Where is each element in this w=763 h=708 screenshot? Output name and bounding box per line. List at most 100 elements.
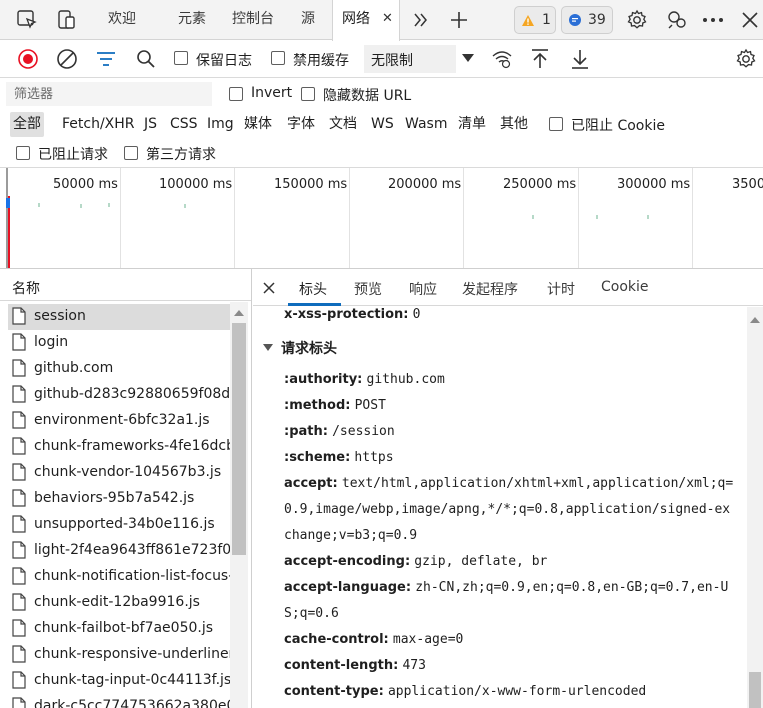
- close-detail-icon[interactable]: [263, 282, 275, 294]
- request-row[interactable]: chunk-edit-12ba9916.js: [8, 590, 230, 616]
- request-row[interactable]: chunk-frameworks-4fe16dcb.j: [8, 434, 230, 460]
- tab-headers[interactable]: 标头: [299, 279, 327, 299]
- filter-input[interactable]: [6, 82, 212, 106]
- throttling-select[interactable]: 无限制: [364, 45, 456, 73]
- type-filter-doc[interactable]: 文档: [326, 112, 360, 137]
- stop-recording-button[interactable]: [16, 47, 40, 71]
- type-filter-fetch-xhr[interactable]: Fetch/XHR: [59, 112, 138, 137]
- request-row[interactable]: session: [8, 304, 230, 330]
- warning-icon: [521, 14, 535, 27]
- request-list-scrollbar[interactable]: [230, 302, 248, 708]
- tab-response[interactable]: 响应: [409, 279, 437, 299]
- request-name: environment-6bfc32a1.js: [34, 412, 210, 428]
- tab-console[interactable]: 控制台: [220, 0, 290, 40]
- hide-data-urls-checkbox[interactable]: [301, 87, 315, 101]
- tab-preview[interactable]: 预览: [354, 279, 382, 299]
- tab-welcome[interactable]: 欢迎: [96, 0, 150, 40]
- request-row[interactable]: chunk-vendor-104567b3.js: [8, 460, 230, 486]
- third-party-checkbox[interactable]: [124, 146, 138, 160]
- request-row[interactable]: github.com: [8, 356, 230, 382]
- chevron-down-icon[interactable]: [462, 54, 474, 63]
- request-row[interactable]: chunk-failbot-bf7ae050.js: [8, 616, 230, 642]
- tab-label: 源: [301, 11, 315, 27]
- header-row: content-length: 473: [284, 653, 754, 679]
- header-value: max-age=0: [392, 632, 464, 647]
- grid-line: [120, 168, 121, 268]
- tab-network[interactable]: 网络 ✕: [332, 0, 400, 41]
- request-row[interactable]: chunk-responsive-underlinena: [8, 642, 230, 668]
- type-filter-manifest[interactable]: 清单: [455, 112, 489, 137]
- request-row[interactable]: unsupported-34b0e116.js: [8, 512, 230, 538]
- grid-line: [349, 168, 350, 268]
- feedback-icon[interactable]: [664, 7, 690, 33]
- more-options-icon[interactable]: [700, 7, 726, 33]
- messages-count: 39: [588, 12, 606, 28]
- more-tabs-icon[interactable]: [408, 7, 434, 33]
- close-devtools-icon[interactable]: [737, 7, 763, 33]
- request-row[interactable]: dark-c5cc774753662a380e004: [8, 694, 230, 708]
- type-filter-all[interactable]: 全部: [10, 112, 44, 137]
- warnings-badge[interactable]: 1: [514, 6, 556, 34]
- scrollbar-thumb[interactable]: [749, 672, 761, 708]
- request-row[interactable]: login: [8, 330, 230, 356]
- request-list: 名称 session login github.com github-d283c928…: [0, 269, 252, 708]
- request-list-header[interactable]: 名称: [0, 269, 251, 301]
- header-value: github.com: [366, 372, 445, 387]
- scrollbar-thumb[interactable]: [232, 323, 246, 555]
- device-emulation-icon[interactable]: [54, 7, 80, 33]
- blocked-cookies-checkbox[interactable]: [549, 117, 563, 131]
- request-row[interactable]: light-2f4ea9643ff861e723f03f: [8, 538, 230, 564]
- request-name: chunk-notification-list-focus-8: [34, 568, 230, 584]
- type-filter-other[interactable]: 其他: [497, 112, 531, 137]
- type-filter-font[interactable]: 字体: [284, 112, 318, 137]
- request-headers-section-toggle[interactable]: 请求标头: [263, 338, 337, 358]
- type-filter-css[interactable]: CSS: [167, 112, 201, 137]
- network-settings-gear-icon[interactable]: [734, 47, 758, 71]
- add-tab-icon[interactable]: [446, 7, 472, 33]
- tab-timing[interactable]: 计时: [547, 279, 575, 299]
- request-row[interactable]: behaviors-95b7a542.js: [8, 486, 230, 512]
- blocked-requests-checkbox[interactable]: [16, 146, 30, 160]
- request-dot: [38, 203, 40, 207]
- tab-cookies[interactable]: Cookie: [601, 279, 649, 295]
- detail-scrollbar[interactable]: [747, 307, 763, 708]
- tab-initiator[interactable]: 发起程序: [462, 279, 518, 299]
- disable-cache-checkbox[interactable]: [271, 51, 285, 65]
- network-conditions-icon[interactable]: [490, 47, 514, 71]
- preserve-log-checkbox[interactable]: [174, 51, 188, 65]
- gear-icon[interactable]: [624, 7, 650, 33]
- messages-badge[interactable]: 39: [561, 6, 613, 34]
- type-filter-media[interactable]: 媒体: [241, 112, 275, 137]
- search-icon[interactable]: [134, 47, 158, 71]
- close-tab-icon[interactable]: ✕: [382, 0, 393, 38]
- request-row[interactable]: environment-6bfc32a1.js: [8, 408, 230, 434]
- filter-icon[interactable]: [94, 47, 118, 71]
- header-value: change;v=b3;q=0.9: [284, 528, 418, 543]
- type-filter-img[interactable]: Img: [204, 112, 237, 137]
- header-row: accept: text/html,application/xhtml+xml,…: [284, 471, 754, 497]
- request-row[interactable]: chunk-tag-input-0c44113f.js: [8, 668, 230, 694]
- invert-checkbox[interactable]: [229, 87, 243, 101]
- import-har-icon[interactable]: [528, 47, 552, 71]
- type-filter-wasm[interactable]: Wasm: [402, 112, 450, 137]
- type-filter-js[interactable]: JS: [141, 112, 160, 137]
- clear-icon[interactable]: [55, 47, 79, 71]
- export-har-icon[interactable]: [568, 47, 592, 71]
- request-name: chunk-failbot-bf7ae050.js: [34, 620, 214, 636]
- tab-elements[interactable]: 元素: [166, 0, 220, 40]
- header-name: content-length:: [284, 658, 399, 673]
- file-icon: [12, 489, 26, 507]
- disable-cache-label: 禁用缓存: [293, 53, 349, 69]
- network-toolbar: 保留日志 禁用缓存 无限制: [0, 40, 763, 78]
- request-row[interactable]: chunk-notification-list-focus-8: [8, 564, 230, 590]
- network-overview-timeline[interactable]: 50000 ms 100000 ms 150000 ms 200000 ms 2…: [0, 168, 763, 269]
- request-row[interactable]: github-d283c92880659f08d48: [8, 382, 230, 408]
- header-row-continuation: 0.9,image/webp,image/apng,*/*;q=0.8,appl…: [284, 497, 754, 523]
- request-dot: [532, 215, 534, 219]
- inspect-element-icon[interactable]: [14, 7, 40, 33]
- tab-label: 控制台: [232, 11, 274, 27]
- type-filter-ws[interactable]: WS: [368, 112, 397, 137]
- file-icon: [12, 645, 26, 663]
- tab-sources[interactable]: 源: [290, 0, 330, 40]
- grid-line: [463, 168, 464, 268]
